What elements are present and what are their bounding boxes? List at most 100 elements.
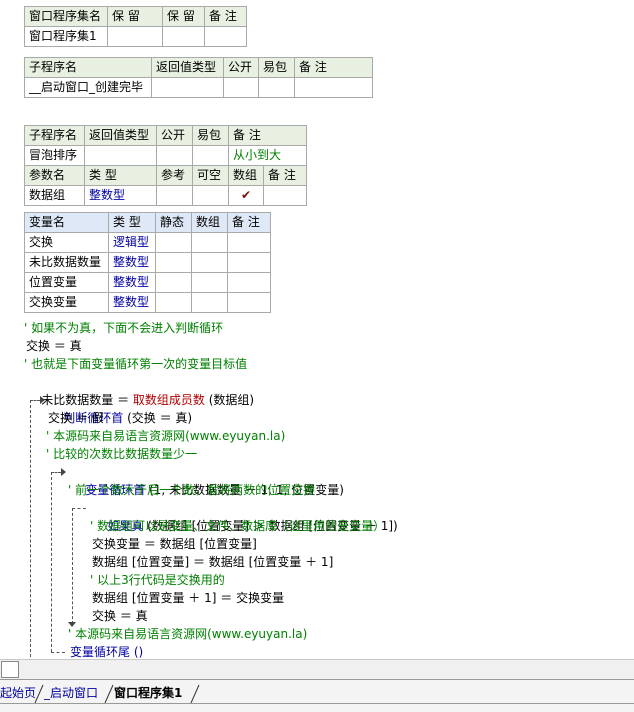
public-cell[interactable] [223, 77, 259, 98]
param-array-header: 数组 [228, 165, 264, 186]
param-name-header: 参数名 [24, 165, 85, 186]
var-remark-cell[interactable] [227, 252, 271, 273]
code-line-comment[interactable]: ' 前一个数大于后一个数，就将两数的位置交换 [68, 481, 315, 499]
document-tab-bar: 起始页 _启动窗口 窗口程序集1 [0, 679, 634, 712]
code-line[interactable]: 交换 ＝ 真 [26, 337, 82, 355]
subroutine-table-bubble-sort: 子程序名 返回值类型 公开 易包 备 注 冒泡排序 从小到大 参数名 类 型 参… [24, 125, 308, 206]
tab-window-assembly-1[interactable]: 窗口程序集1 [108, 683, 188, 703]
var-remark-header: 备 注 [227, 212, 271, 233]
public-cell[interactable] [156, 145, 193, 166]
loop-guide [51, 472, 52, 652]
local-variable-table: 变量名 类 型 静态 数组 备 注 交换 逻辑型 未比数据数量 整数型 位置变量… [24, 212, 271, 313]
var-static-cell[interactable] [155, 232, 192, 253]
easy-pack-header: 易包 [258, 57, 295, 78]
easy-pack-cell[interactable] [192, 145, 229, 166]
sub-name-cell[interactable]: 冒泡排序 [24, 145, 85, 166]
subroutine-row[interactable]: __启动窗口_创建完毕 [24, 77, 373, 98]
remark-cell[interactable] [204, 26, 247, 47]
assembly-name-cell[interactable]: 窗口程序集1 [24, 26, 108, 47]
code-line[interactable]: 数据组 [位置变量] ＝ 数据组 [位置变量 ＋ 1] [92, 553, 333, 571]
var-type-cell[interactable]: 整数型 [108, 252, 156, 273]
var-array-cell[interactable] [191, 292, 228, 313]
reserved-cell-2[interactable] [162, 26, 205, 47]
if-guide [72, 508, 86, 509]
var-name-cell[interactable]: 未比数据数量 [24, 252, 109, 273]
var-type-cell[interactable]: 整数型 [108, 272, 156, 293]
code-line-if[interactable]: 如果真 (数据组 [位置变量] ＞ 数据组 [位置变量 ＋ 1]) [92, 499, 397, 533]
scrollbar-thumb[interactable] [1, 661, 19, 678]
var-array-cell[interactable] [191, 252, 228, 273]
code-line-comment[interactable]: ' 比较的次数比数据数量少一 [46, 445, 197, 463]
code-line[interactable]: 交换 ＝ 假 [48, 409, 104, 427]
code-line-loop[interactable]: 判断循环首 (交换 ＝ 真) [48, 391, 192, 425]
var-array-cell[interactable] [191, 272, 228, 293]
var-type-cell[interactable]: 整数型 [108, 292, 156, 313]
code-line[interactable]: 交换变量 ＝ 数据组 [位置变量] [92, 535, 257, 553]
var-remark-cell[interactable] [227, 232, 271, 253]
horizontal-scrollbar[interactable] [0, 659, 634, 679]
code-line-comment[interactable]: ' 本源码来自易语言资源网(www.eyuyan.la) [46, 427, 285, 445]
code-text: (交换 ＝ 真) [123, 411, 193, 425]
easy-pack-cell[interactable] [258, 77, 295, 98]
sub-name-header: 子程序名 [24, 125, 85, 146]
var-remark-cell[interactable] [227, 292, 271, 313]
sub-name-header: 子程序名 [24, 57, 152, 78]
loop-guide [51, 472, 61, 473]
return-type-cell[interactable] [151, 77, 224, 98]
reserved-header-2: 保 留 [162, 6, 205, 27]
loop-guide [51, 652, 65, 653]
param-ref-cell[interactable] [156, 185, 193, 206]
variable-row[interactable]: 未比数据数量 整数型 [24, 252, 271, 273]
var-name-cell[interactable]: 交换变量 [24, 292, 109, 313]
reserved-cell-1[interactable] [107, 26, 163, 47]
code-line[interactable]: 交换 ＝ 真 [92, 607, 148, 625]
code-line[interactable]: 数据组 [位置变量 ＋ 1] ＝ 交换变量 [92, 589, 284, 607]
code-line-comment[interactable]: ' 如果不为真，下面不会进入判断循环 [24, 319, 223, 337]
return-type-header: 返回值类型 [151, 57, 224, 78]
assembly-row[interactable]: 窗口程序集1 [24, 26, 247, 47]
code-line-loop[interactable]: 变量循环首 (1, 未比数据数量 － 1, 1, 位置变量) [70, 463, 344, 497]
param-row[interactable]: 数据组 整数型 ✔ [24, 185, 308, 206]
code-line-comment[interactable]: ' 也就是下面变量循环第一次的变量目标值 [24, 355, 247, 373]
var-type-cell[interactable]: 逻辑型 [108, 232, 156, 253]
param-nullable-cell[interactable] [192, 185, 229, 206]
var-array-cell[interactable] [191, 232, 228, 253]
tab-startup-window[interactable]: _启动窗口 [38, 683, 104, 703]
assembly-table: 窗口程序集名 保 留 保 留 备 注 窗口程序集1 [24, 6, 247, 47]
param-header-row: 参数名 类 型 参考 可空 数组 备 注 [24, 165, 308, 186]
tab-bar-baseline [0, 703, 634, 704]
subroutine-header-row: 子程序名 返回值类型 公开 易包 备 注 [24, 57, 373, 78]
param-remark-header: 备 注 [262, 165, 308, 186]
loop-guide [30, 400, 40, 401]
return-type-cell[interactable] [84, 145, 157, 166]
code-line-comment[interactable]: ' 本源码来自易语言资源网(www.eyuyan.la) [68, 625, 307, 643]
code-line-comment[interactable]: ' 数据组可以是变量、文件、数据库（这里用的是变量） [90, 517, 385, 535]
param-array-check-icon[interactable]: ✔ [228, 185, 264, 206]
var-static-cell[interactable] [155, 252, 192, 273]
variable-row[interactable]: 位置变量 整数型 [24, 272, 271, 293]
variable-row[interactable]: 交换变量 整数型 [24, 292, 271, 313]
remark-cell[interactable]: 从小到大 [227, 145, 308, 166]
reserved-header-1: 保 留 [107, 6, 163, 27]
subroutine-row[interactable]: 冒泡排序 从小到大 [24, 145, 308, 166]
var-name-cell[interactable]: 位置变量 [24, 272, 109, 293]
var-static-cell[interactable] [155, 272, 192, 293]
param-remark-cell[interactable] [262, 185, 308, 206]
code-text: (数据组) [204, 393, 255, 407]
assembly-name-header: 窗口程序集名 [24, 6, 108, 27]
code-line[interactable]: 未比数据数量 ＝ 取数组成员数 (数据组) [26, 373, 254, 407]
var-static-header: 静态 [155, 212, 192, 233]
param-type-cell[interactable]: 整数型 [84, 185, 157, 206]
var-remark-cell[interactable] [227, 272, 271, 293]
var-static-cell[interactable] [155, 292, 192, 313]
easy-pack-header: 易包 [192, 125, 229, 146]
if-guide [72, 508, 73, 624]
code-line-comment[interactable]: ' 以上3行代码是交换用的 [90, 571, 225, 589]
subroutine-header-row: 子程序名 返回值类型 公开 易包 备 注 [24, 125, 308, 146]
param-name-cell[interactable]: 数据组 [24, 185, 85, 206]
variable-row[interactable]: 交换 逻辑型 [24, 232, 271, 253]
sub-name-cell[interactable]: __启动窗口_创建完毕 [24, 77, 152, 98]
var-name-cell[interactable]: 交换 [24, 232, 109, 253]
public-header: 公开 [156, 125, 193, 146]
remark-cell[interactable] [294, 77, 373, 98]
